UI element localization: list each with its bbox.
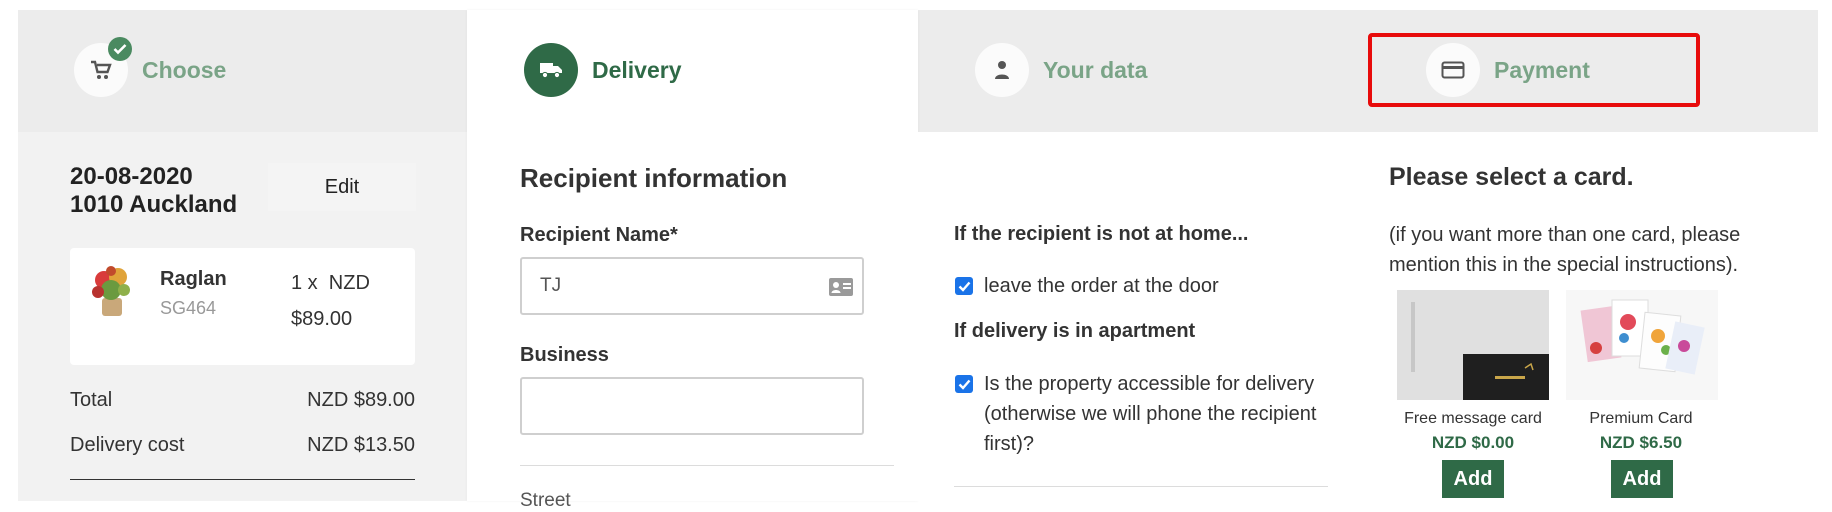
- options-divider: [954, 486, 1328, 487]
- recipient-divider: [520, 465, 894, 466]
- summary-divider: [70, 479, 415, 480]
- accessible-checkbox[interactable]: [955, 375, 973, 393]
- person-icon: [995, 61, 1009, 79]
- add-free-card-button[interactable]: Add: [1442, 460, 1504, 498]
- step-delivery[interactable]: Delivery: [524, 42, 682, 98]
- step-choose-circle: [74, 37, 132, 97]
- delivery-cost-label: Delivery cost: [70, 434, 185, 456]
- step-your-data-label: Your data: [1043, 56, 1148, 83]
- total-value: NZD $89.00: [307, 389, 415, 411]
- delivery-location: 1010 Auckland: [70, 191, 238, 218]
- premium-card-name: Premium Card: [1589, 410, 1693, 427]
- step-delivery-label: Delivery: [592, 56, 682, 83]
- check-icon: [108, 37, 132, 61]
- step-delivery-circle: [524, 43, 578, 97]
- product-name: Raglan: [160, 268, 227, 290]
- product-sku: SG464: [160, 298, 217, 318]
- premium-card-image[interactable]: [1566, 290, 1718, 400]
- card-note: (if you want more than one card, please …: [1389, 224, 1741, 276]
- bouquet-image: [92, 266, 130, 316]
- delivery-date: 20-08-2020: [70, 163, 193, 190]
- cart-icon: [91, 60, 112, 79]
- free-card-image[interactable]: [1397, 290, 1549, 400]
- business-input[interactable]: [520, 377, 864, 435]
- product-card: Raglan SG464 1 x NZD $89.00: [70, 248, 415, 365]
- step-choose[interactable]: Choose: [74, 37, 227, 98]
- step-your-data-circle: [975, 43, 1029, 97]
- apartment-title: If delivery is in apartment: [954, 320, 1196, 342]
- recipient-name-input[interactable]: TJ: [520, 257, 864, 315]
- checkout-page: Choose Delivery Your data Payment 20-08-…: [0, 0, 1832, 511]
- card-select-title: Please select a card.: [1389, 163, 1634, 191]
- recipient-name-value: TJ: [540, 275, 562, 296]
- add-premium-card-button[interactable]: Add: [1611, 460, 1673, 498]
- product-price: $89.00: [291, 308, 353, 330]
- delivery-summary: 20-08-2020 1010 Auckland: [70, 163, 237, 219]
- truck-icon: [540, 63, 562, 79]
- contact-card-icon: [829, 278, 853, 296]
- total-label: Total: [70, 389, 113, 411]
- business-label: Business: [520, 344, 609, 366]
- delivery-cost-row: Delivery cost NZD $13.50: [70, 434, 415, 457]
- leave-door-checkbox[interactable]: [955, 277, 973, 295]
- street-label: Street: [520, 490, 571, 511]
- not-home-title: If the recipient is not at home...: [954, 223, 1249, 245]
- recipient-name-label: Recipient Name*: [520, 224, 678, 246]
- premium-card-price: NZD $6.50: [1599, 433, 1683, 452]
- edit-button[interactable]: Edit: [268, 163, 416, 211]
- step-choose-label: Choose: [142, 56, 227, 83]
- recipient-title: Recipient information: [520, 163, 788, 193]
- payment-highlight-box: [1368, 33, 1700, 107]
- leave-door-label: leave the order at the door: [984, 275, 1219, 297]
- delivery-cost-value: NZD $13.50: [307, 434, 415, 456]
- total-row: Total NZD $89.00: [70, 389, 415, 412]
- step-your-data[interactable]: Your data: [975, 42, 1147, 98]
- accessible-label: Is the property accessible for delivery …: [984, 373, 1317, 455]
- product-quantity: 1 x NZD: [291, 272, 370, 294]
